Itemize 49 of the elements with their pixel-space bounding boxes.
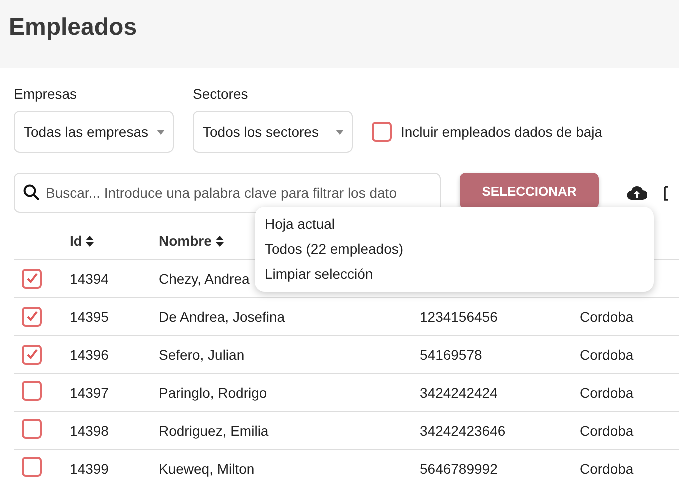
row-checkbox[interactable] [22,268,42,288]
table-cell: Chezy, Andrea [159,270,250,286]
table-cell: 14394 [70,270,109,286]
upload-icon[interactable] [627,185,647,201]
select-button[interactable]: SELECCIONAR [460,173,599,209]
menu-item[interactable]: Hoja actual [255,212,336,237]
page-title: Empleados [9,14,138,42]
table-cell: Cordoba [580,422,634,438]
checkmark-icon [25,348,39,362]
column-header[interactable]: Id [70,233,94,249]
dropdown[interactable]: Todas las empresas [14,111,174,153]
search-icon [23,184,40,201]
checkbox[interactable] [372,122,392,142]
table-cell: Sefero, Julian [159,346,245,362]
table-cell: Rodriguez, Emilia [159,422,269,438]
table-cell: 5646789992 [420,460,498,476]
table-cell: 14396 [70,346,109,362]
table-cell: 54169578 [420,346,482,362]
menu-item[interactable]: Todos (22 empleados) [255,237,404,262]
table-cell: 14398 [70,422,109,438]
table-cell: 14397 [70,384,109,400]
table-cell: 14395 [70,308,109,324]
row-checkbox[interactable] [22,457,42,477]
table-cell: Cordoba [580,384,634,400]
filter-label: Sectores [193,86,250,103]
checkbox-label: Incluir empleados dados de baja [401,124,603,140]
table-cell: 14399 [70,460,109,476]
dropdown[interactable]: Todos los sectores [193,111,353,153]
row-checkbox[interactable] [22,344,42,364]
caret-icon [336,130,344,134]
table-cell: De Andrea, Josefina [159,308,286,324]
checkmark-icon [25,272,39,286]
row-checkbox[interactable] [22,381,42,401]
table-cell: 3424242424 [420,384,498,400]
filter-label: Empresas [14,86,78,103]
table-cell: 34242423646 [420,422,506,438]
column-header[interactable]: Nombre [159,233,224,249]
table-cell: Cordoba [580,460,634,476]
checkmark-icon [25,310,39,324]
table-cell: Cordoba [580,308,634,324]
table-cell: Kueweq, Milton [159,460,255,476]
menu-item[interactable]: Limpiar selección [255,262,374,287]
row-checkbox[interactable] [22,419,42,439]
row-checkbox[interactable] [22,306,42,326]
table-cell: 1234156456 [420,308,498,324]
caret-icon [157,130,165,134]
table-cell: Cordoba [580,346,634,362]
search-field[interactable]: Buscar... Introduce una palabra clave para filtrar los dato [14,173,441,213]
table-cell: Paringlo, Rodrigo [159,384,268,400]
